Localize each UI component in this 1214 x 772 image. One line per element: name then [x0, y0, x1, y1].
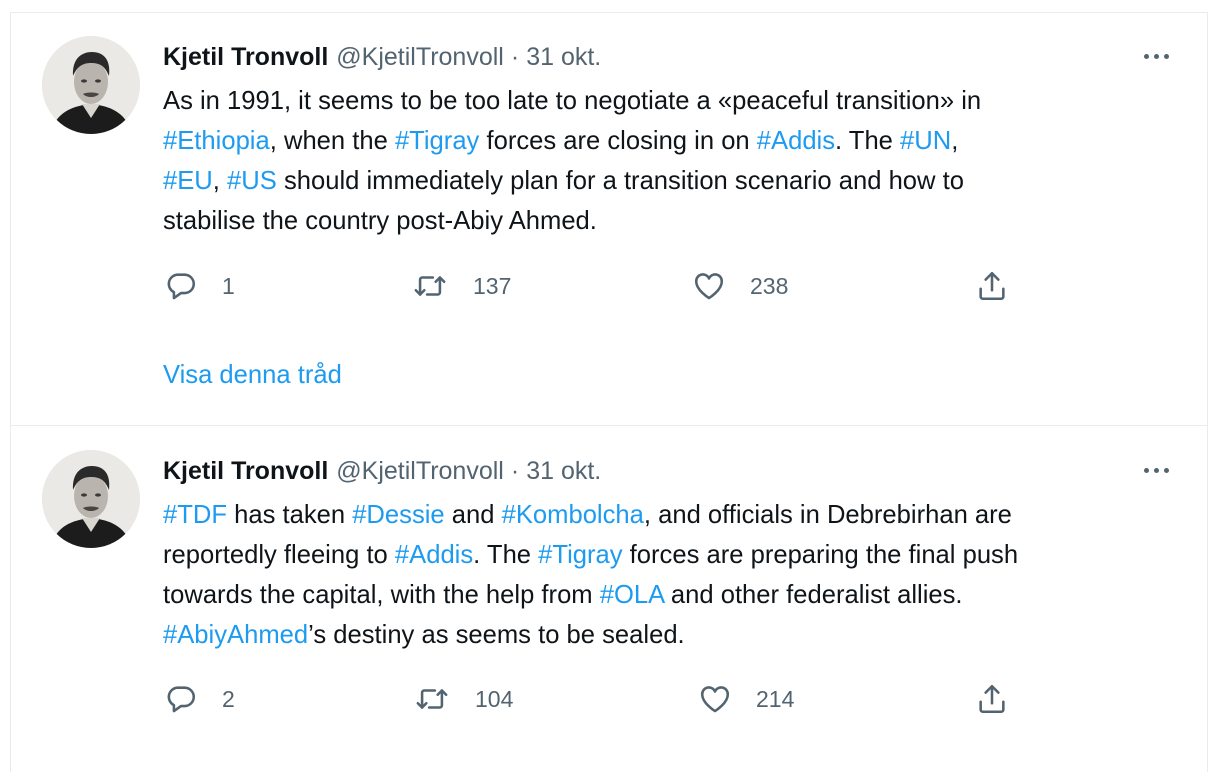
tweet-text-line: #AbiyAhmed’s destiny as seems to be seal… [163, 615, 1193, 655]
tweet-text-segment: . The [473, 541, 539, 569]
avatar-photo [42, 36, 140, 134]
hashtag-link[interactable]: #Tigray [538, 541, 622, 569]
tweet-text-line: towards the capital, with the help from … [163, 575, 1193, 615]
tweet-header: Kjetil Tronvoll @KjetilTronvoll · 31 okt… [163, 454, 601, 488]
hashtag-link[interactable]: #Addis [395, 541, 473, 569]
hashtag-link[interactable]: #Tigray [395, 127, 479, 155]
tweet-text-segment: . The [835, 127, 901, 155]
avatar[interactable] [42, 36, 140, 134]
tweet-actions: 1 137 238 [0, 266, 1214, 306]
author-handle[interactable]: @KjetilTronvoll [336, 43, 504, 72]
reply-icon [167, 686, 196, 713]
tweet-text-line: As in 1991, it seems to be too late to n… [163, 81, 1193, 121]
tweet-text-segment: , [951, 127, 959, 155]
share-icon [979, 684, 1005, 714]
hashtag-link[interactable]: #UN [900, 127, 951, 155]
heart-icon [694, 273, 724, 300]
show-thread-link[interactable]: Visa denna tråd [163, 361, 342, 390]
share-icon [979, 271, 1005, 301]
author-name[interactable]: Kjetil Tronvoll [163, 457, 328, 486]
tweet-text-segment: and other federalist allies. [663, 581, 963, 609]
hashtag-link[interactable]: #AbiyAhmed [163, 621, 308, 649]
retweet-icon [414, 276, 446, 296]
tweet-text-segment: towards the capital, with the help from [163, 581, 600, 609]
tweet-text-segment: , [212, 167, 228, 195]
tweet-text-segment: forces are closing in on [479, 127, 757, 155]
tweet-date[interactable]: 31 okt. [526, 43, 601, 72]
tweet-text-segment: has taken [226, 501, 353, 529]
retweet-button[interactable]: 137 [413, 266, 511, 306]
retweet-icon [416, 689, 448, 709]
hashtag-link[interactable]: #Dessie [352, 501, 444, 529]
tweet-text-segment: , and officials in Debrebirhan are [643, 501, 1012, 529]
hashtag-link[interactable]: #EU [163, 167, 213, 195]
hashtag-link[interactable]: #Kombolcha [502, 501, 644, 529]
separator-dot: · [510, 456, 520, 485]
tweet-text-segment: reportedly fleeing to [163, 541, 395, 569]
like-button[interactable]: 214 [698, 679, 794, 719]
tweet-header: Kjetil Tronvoll @KjetilTronvoll · 31 okt… [163, 40, 601, 74]
tweet-text-line: #TDF has taken #Dessie and #Kombolcha, a… [163, 495, 1193, 535]
reply-icon [167, 273, 196, 300]
tweet-text-segment: , when the [269, 127, 395, 155]
author-name[interactable]: Kjetil Tronvoll [163, 43, 328, 72]
reply-count: 2 [222, 685, 235, 712]
author-handle[interactable]: @KjetilTronvoll [336, 457, 504, 486]
share-button[interactable] [975, 266, 1009, 306]
more-icon[interactable] [1138, 44, 1174, 68]
tweet-text-segment: forces are preparing the final push [622, 541, 1019, 569]
tweet-date[interactable]: 31 okt. [526, 457, 601, 486]
hashtag-link[interactable]: #Ethiopia [163, 127, 270, 155]
tweet-text-line: reportedly fleeing to #Addis. The #Tigra… [163, 535, 1193, 575]
hashtag-link[interactable]: #US [227, 167, 277, 195]
heart-icon [700, 686, 730, 713]
tweet-text-segment: stabilise the country post-Abiy Ahmed. [163, 207, 597, 235]
like-count: 238 [750, 272, 789, 299]
tweet-text: #TDF has taken #Dessie and #Kombolcha, a… [163, 495, 1193, 655]
tweet-text: As in 1991, it seems to be too late to n… [163, 81, 1193, 241]
like-button[interactable]: 238 [692, 266, 788, 306]
hashtag-link[interactable]: #TDF [163, 501, 227, 529]
tweet-text-segment: ’s destiny as seems to be sealed. [308, 621, 685, 649]
hashtag-link[interactable]: #Addis [757, 127, 835, 155]
hashtag-link[interactable]: #OLA [600, 581, 664, 609]
tweet-text-segment: As in 1991, it seems to be too late to n… [163, 87, 982, 115]
retweet-button[interactable]: 104 [415, 679, 513, 719]
reply-count: 1 [222, 272, 235, 299]
share-button[interactable] [975, 679, 1009, 719]
separator-dot: · [510, 42, 520, 71]
tweet-text-segment: and [444, 501, 502, 529]
reply-button[interactable]: 2 [164, 679, 235, 719]
retweet-count: 137 [473, 272, 512, 299]
reply-button[interactable]: 1 [164, 266, 235, 306]
avatar-photo [42, 450, 140, 548]
like-count: 214 [756, 685, 795, 712]
tweet-divider [10, 425, 1208, 426]
retweet-count: 104 [475, 685, 514, 712]
avatar[interactable] [42, 450, 140, 548]
more-icon[interactable] [1138, 458, 1174, 482]
tweet-actions: 2 104 214 [0, 679, 1214, 719]
tweet-text-line: #EU, #US should immediately plan for a t… [163, 161, 1193, 201]
tweet-text-line: stabilise the country post-Abiy Ahmed. [163, 201, 1193, 241]
tweet-text-line: #Ethiopia, when the #Tigray forces are c… [163, 121, 1193, 161]
tweet-text-segment: should immediately plan for a transition… [276, 167, 964, 195]
